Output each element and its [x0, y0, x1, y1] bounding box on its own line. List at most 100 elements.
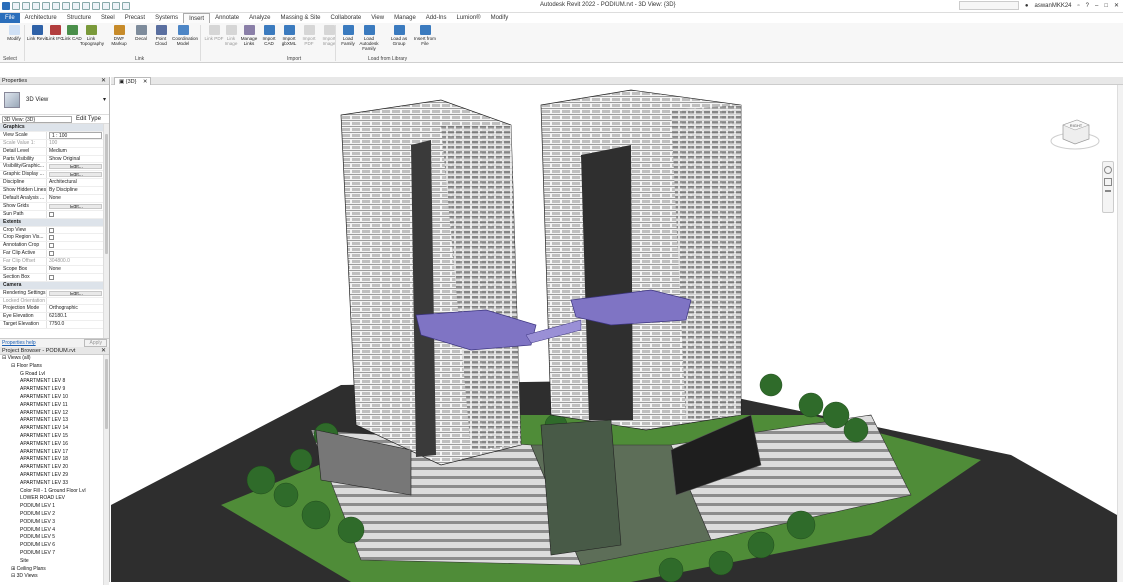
tree-node[interactable]: PODIUM LEV 7 — [0, 550, 109, 558]
apply-button[interactable]: Apply — [84, 339, 107, 347]
sync-icon[interactable] — [32, 2, 40, 10]
tree-node[interactable]: APARTMENT LEV 13 — [0, 417, 109, 425]
search-box[interactable] — [958, 1, 1019, 10]
tree-node[interactable]: PODIUM LEV 5 — [0, 534, 109, 542]
tree-node[interactable]: APARTMENT LEV 17 — [0, 449, 109, 457]
edit-button[interactable]: Edit... — [49, 290, 102, 296]
load-family-button[interactable]: Load Family — [337, 25, 359, 46]
property-checkbox[interactable] — [49, 211, 54, 217]
tree-node[interactable]: PODIUM LEV 4 — [0, 527, 109, 535]
scrollbar-thumb[interactable] — [105, 134, 108, 254]
load-autodesk-family-button[interactable]: Load Autodesk Family — [358, 25, 380, 51]
property-group[interactable]: Extents — [0, 218, 104, 227]
maximize-icon[interactable]: □ — [1104, 3, 1108, 9]
redo-icon[interactable] — [52, 2, 60, 10]
scrollbar-thumb[interactable] — [105, 359, 108, 429]
tree-node[interactable]: ⊟ Floor Plans — [0, 363, 109, 371]
property-value[interactable]: 7750.0 — [47, 321, 104, 328]
property-value[interactable]: Architectural — [47, 179, 104, 186]
section-icon[interactable] — [102, 2, 110, 10]
close-icon[interactable]: ✕ — [1114, 2, 1119, 9]
instance-selector[interactable]: 3D View: {3D} — [2, 115, 72, 123]
tab-3d-view[interactable]: ▣ {3D} ✕ — [114, 77, 152, 85]
tree-node[interactable]: APARTMENT LEV 15 — [0, 433, 109, 441]
property-checkbox[interactable] — [49, 243, 54, 249]
edit-type-button[interactable]: Edit Type — [76, 116, 101, 122]
property-checkbox[interactable] — [49, 251, 54, 257]
edit-button[interactable]: Edit... — [49, 203, 102, 209]
tab-systems[interactable]: Systems — [150, 13, 183, 23]
text-icon[interactable] — [82, 2, 90, 10]
tab-analyze[interactable]: Analyze — [244, 13, 275, 23]
user-name[interactable]: aswanMKK24 — [1034, 3, 1071, 9]
import-gbxml-button[interactable]: Import gbXML — [278, 25, 300, 46]
property-value[interactable]: Medium — [47, 148, 104, 155]
property-group[interactable]: Camera — [0, 281, 104, 290]
undo-icon[interactable] — [42, 2, 50, 10]
save-icon[interactable] — [22, 2, 30, 10]
tab-add-ins[interactable]: Add-Ins — [421, 13, 452, 23]
close-icon[interactable]: ✕ — [101, 347, 106, 355]
property-value[interactable]: By Discipline — [47, 187, 104, 194]
zoom-icon[interactable] — [1104, 178, 1112, 186]
property-value[interactable]: None — [47, 195, 104, 202]
tree-node[interactable]: ⊞ Ceiling Plans — [0, 566, 109, 574]
tab-structure[interactable]: Structure — [62, 13, 96, 23]
property-value[interactable]: 62180.1 — [47, 313, 104, 320]
property-value[interactable]: 304800.0 — [47, 258, 104, 265]
steering-wheel-icon[interactable] — [1104, 166, 1112, 174]
revit-logo-icon[interactable] — [2, 2, 10, 10]
tab-annotate[interactable]: Annotate — [210, 13, 244, 23]
help-icon[interactable]: ? — [1086, 3, 1089, 9]
open-icon[interactable] — [12, 2, 20, 10]
tree-node[interactable]: APARTMENT LEV 16 — [0, 441, 109, 449]
property-value[interactable]: None — [47, 266, 104, 273]
link-topography-button[interactable]: Link Topography — [80, 25, 104, 46]
tree-node[interactable]: APARTMENT LEV 8 — [0, 378, 109, 386]
manage-links-button[interactable]: Manage Links — [238, 25, 260, 46]
edit-button[interactable]: Edit... — [49, 172, 102, 178]
close-hidden-icon[interactable] — [122, 2, 130, 10]
ribbon-panel-import[interactable]: Import — [287, 56, 301, 62]
tree-node[interactable]: PODIUM LEV 6 — [0, 542, 109, 550]
user-icon[interactable]: ● — [1025, 3, 1029, 9]
minimize-icon[interactable]: – — [1095, 3, 1098, 9]
tab-precast[interactable]: Precast — [120, 13, 150, 23]
point-cloud-button[interactable]: Point Cloud — [150, 25, 172, 46]
viewcube[interactable]: RIGHT — [1049, 113, 1101, 151]
coordination-model-button[interactable]: Coordination Model — [172, 25, 198, 46]
tab-collaborate[interactable]: Collaborate — [326, 13, 367, 23]
load-as-group-button[interactable]: Load as Group — [388, 25, 410, 46]
property-checkbox[interactable] — [49, 227, 54, 233]
tree-node[interactable]: APARTMENT LEV 33 — [0, 480, 109, 488]
browser-scrollbar[interactable] — [103, 355, 109, 585]
chevron-down-icon[interactable]: ▾ — [103, 96, 106, 103]
property-group[interactable]: Graphics — [0, 124, 104, 132]
import-pdf-button[interactable]: Import PDF — [298, 25, 320, 46]
tab-architecture[interactable]: Architecture — [20, 13, 62, 23]
tab-steel[interactable]: Steel — [96, 13, 120, 23]
navigation-bar[interactable] — [1102, 161, 1114, 213]
property-value[interactable]: 1 : 100 — [49, 131, 102, 139]
tree-node[interactable]: APARTMENT LEV 14 — [0, 425, 109, 433]
close-icon[interactable]: ✕ — [101, 77, 106, 85]
measure-icon[interactable] — [72, 2, 80, 10]
dwf-markup-button[interactable]: DWF Markup — [108, 25, 130, 46]
tree-node[interactable]: APARTMENT LEV 12 — [0, 410, 109, 418]
tree-node[interactable]: APARTMENT LEV 29 — [0, 472, 109, 480]
tab-modify[interactable]: Modify — [486, 13, 514, 23]
viewport-scrollbar[interactable] — [1117, 85, 1123, 582]
tree-node[interactable]: APARTMENT LEV 11 — [0, 402, 109, 410]
properties-scrollbar[interactable] — [103, 124, 109, 338]
tree-node[interactable]: ⊟ Views (all) — [0, 355, 109, 363]
pan-icon[interactable] — [1105, 190, 1111, 192]
ribbon-panel-load-from-library[interactable]: Load from Library — [368, 56, 407, 62]
viewcube-icon[interactable]: RIGHT — [1049, 113, 1101, 151]
property-value[interactable]: Show Original — [47, 156, 104, 163]
property-value[interactable]: Orthographic — [47, 305, 104, 312]
tree-node[interactable]: Color Fill - 1 Ground Floor Lvl — [0, 488, 109, 496]
modify-button[interactable]: Modify — [3, 25, 25, 41]
tree-node[interactable]: APARTMENT LEV 20 — [0, 464, 109, 472]
ribbon-panel-link[interactable]: Link — [135, 56, 144, 62]
tree-node[interactable]: LOWER ROAD LEV — [0, 495, 109, 503]
